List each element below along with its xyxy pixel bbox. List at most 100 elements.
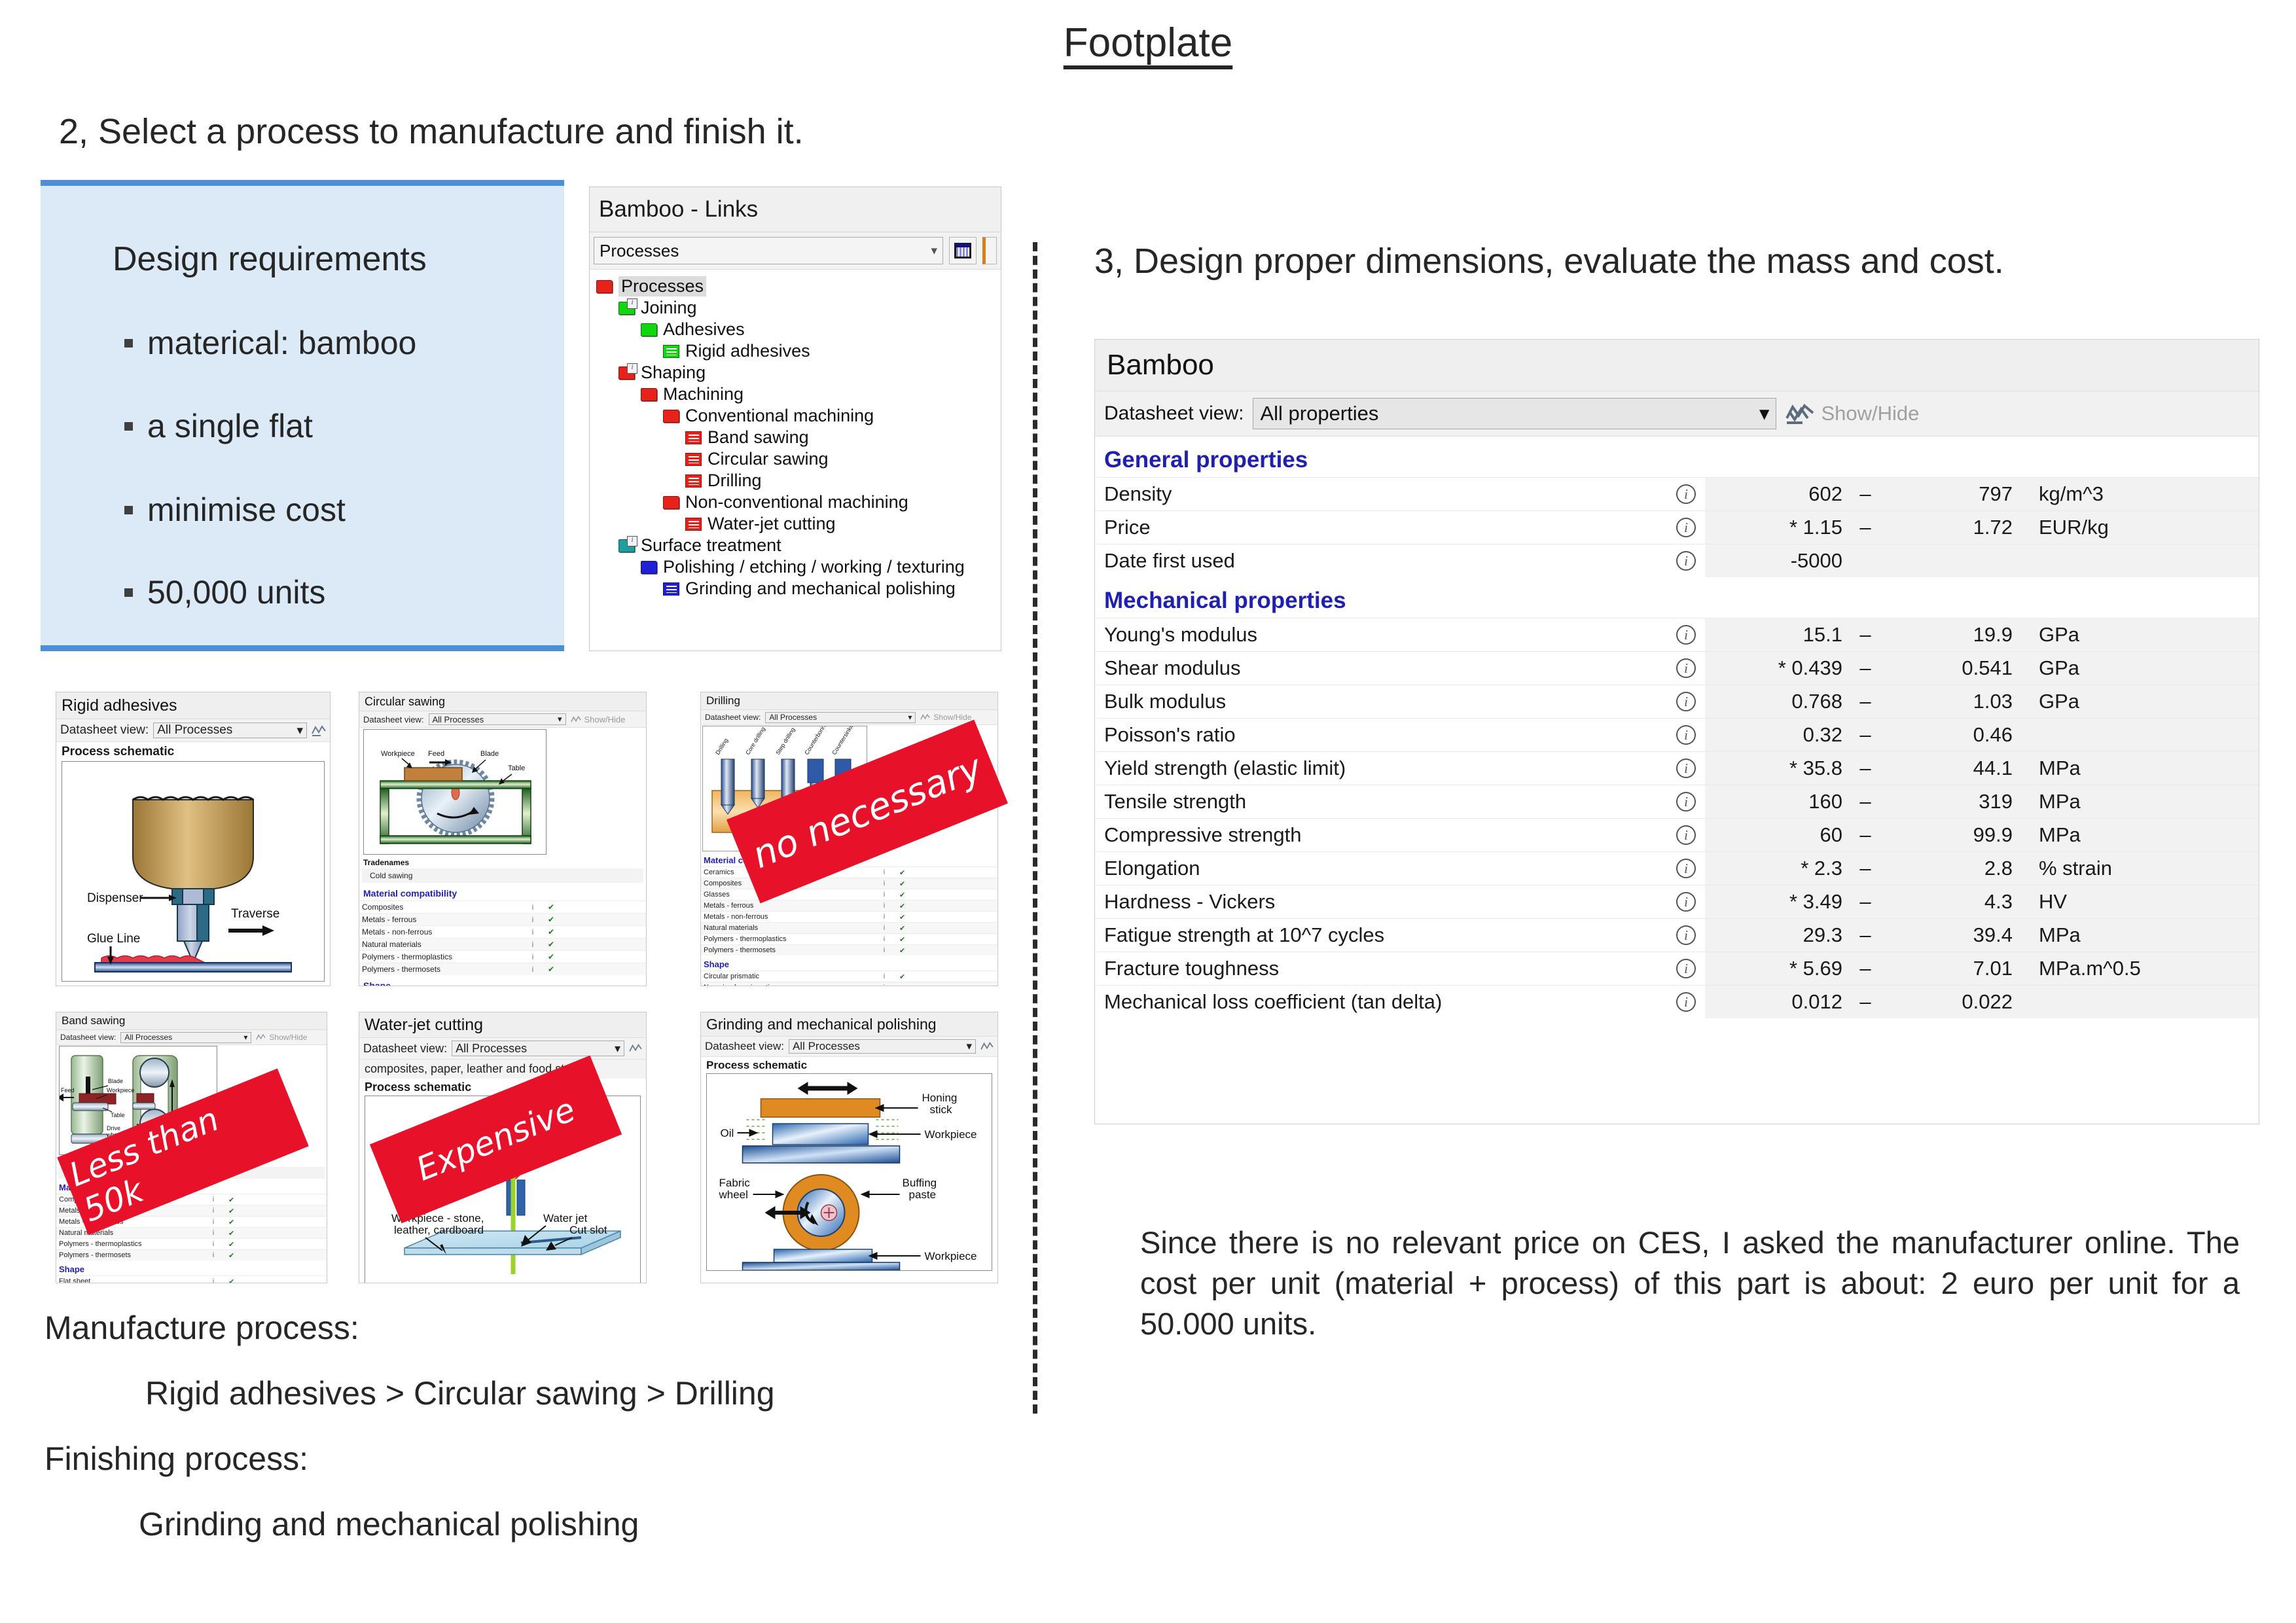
datasheet-view-dropdown[interactable]: All Processes ▾ [452,1041,624,1056]
info-icon[interactable]: i [1667,484,1705,504]
compatibility-row: Natural materials i ✔ [701,922,997,933]
show-hide-button[interactable]: Show/Hide [920,713,971,722]
chevron-down-icon: ▾ [908,713,912,722]
info-icon[interactable]: i [1667,758,1705,778]
info-icon[interactable]: i [206,1251,221,1259]
tree-item-adhesives[interactable]: Adhesives [596,319,1001,340]
info-icon[interactable]: i [877,868,891,876]
info-icon[interactable]: i [877,891,891,899]
info-icon[interactable]: i [1667,792,1705,812]
info-icon[interactable]: i [526,902,540,912]
info-icon[interactable]: i [206,1229,221,1237]
datasheet-view-dropdown[interactable]: All Processes ▾ [153,722,307,738]
datasheet-view-dropdown[interactable]: All Processes ▾ [428,713,566,725]
info-icon[interactable]: i [526,952,540,961]
shape-list: Circular prismatici✔Non-circular prismat… [701,971,997,986]
datasheet-row: Tensile strength i 160–319 MPa [1095,785,2259,818]
tree-item-processes[interactable]: Processes [596,276,1001,297]
info-icon[interactable]: i [1667,959,1705,978]
datasheet-view-dropdown[interactable]: All Processes ▾ [120,1031,252,1043]
requirement-item: 50,000 units [124,573,325,611]
process-card-circular-sawing[interactable]: Circular sawing Datasheet view: All Proc… [359,692,647,986]
info-icon[interactable]: i [1667,992,1705,1012]
info-icon[interactable]: i [1667,725,1705,745]
svg-text:Workpiece: Workpiece [925,1250,977,1262]
info-icon[interactable]: i [877,935,891,943]
info-icon[interactable]: i [206,1277,221,1283]
table-view-button[interactable] [949,237,977,264]
info-icon[interactable]: i [206,1196,221,1204]
tree-item-machining[interactable]: Machining [596,383,1001,405]
tree-item-grinding-and-mechanical-polishing[interactable]: Grinding and mechanical polishing [596,578,1001,599]
datasheet-view-dropdown[interactable]: All Processes ▾ [788,1039,976,1054]
tool-label: Step drilling [774,726,796,756]
info-icon[interactable]: i [1667,892,1705,912]
tree-item-surface-treatment[interactable]: i Surface treatment [596,535,1001,556]
info-icon[interactable]: i [877,972,891,980]
svg-text:Traverse: Traverse [231,907,279,921]
show-hide-button[interactable] [312,724,326,736]
tree-item-circular-sawing[interactable]: Circular sawing [596,448,1001,470]
datasheet-view-label: Datasheet view: [60,723,149,737]
tree-item-conventional-machining[interactable]: Conventional machining [596,405,1001,427]
info-icon[interactable]: i [206,1218,221,1226]
info-icon[interactable]: i [206,1240,221,1248]
info-icon[interactable]: i [1667,925,1705,945]
compatibility-row: Metals - non-ferrous i ✔ [701,911,997,922]
info-icon[interactable]: i [877,902,891,910]
process-card-rigid-adhesives[interactable]: Rigid adhesives Datasheet view: All Proc… [56,692,331,986]
tree-item-shaping[interactable]: i Shaping [596,362,1001,383]
process-card-grinding-polishing[interactable]: Grinding and mechanical polishing Datash… [700,1012,998,1283]
info-icon[interactable]: i [877,924,891,932]
datasheet-view-dropdown[interactable]: All Processes ▾ [765,711,916,723]
info-icon[interactable]: i [1667,625,1705,645]
compatibility-label: Circular prismatic [704,972,759,980]
show-hide-button[interactable] [980,1041,994,1052]
info-icon[interactable]: i [1667,518,1705,537]
range-dash: – [1842,478,1888,510]
datasheet-view-value: All Processes [157,723,233,737]
info-icon[interactable]: i [1667,825,1705,845]
info-icon[interactable]: i [526,965,540,974]
info-icon[interactable]: i [877,880,891,887]
info-icon[interactable]: i [526,927,540,936]
svg-text:leather, cardboard: leather, cardboard [394,1224,484,1236]
info-icon[interactable]: i [206,1207,221,1215]
info-icon[interactable]: i [526,915,540,924]
show-hide-button[interactable] [629,1043,642,1054]
tree-item-polishing-etching-working-texturing[interactable]: Polishing / etching / working / texturin… [596,556,1001,578]
tree-item-water-jet-cutting[interactable]: Water-jet cutting [596,513,1001,535]
compatibility-check: ✔ [899,902,906,910]
process-selector-dropdown[interactable]: Processes ▾ [594,237,943,264]
property-value-low: -5000 [1705,544,1842,577]
info-icon[interactable]: i [1667,658,1705,678]
grid-icon [954,243,971,259]
show-hide-button[interactable]: Show/Hide [570,715,625,724]
info-icon[interactable]: i [526,940,540,949]
info-icon[interactable]: i [1667,692,1705,711]
step-2-heading: 2, Select a process to manufacture and f… [59,112,804,151]
tree-item-drilling[interactable]: Drilling [596,470,1001,491]
show-hide-button[interactable]: Show/Hide [1785,402,1919,425]
tree-item-non-conventional-machining[interactable]: Non-conventional machining [596,491,1001,513]
info-icon[interactable]: i [877,984,891,986]
process-tree[interactable]: Processes i Joining Adhesives Rigid adhesive… [590,270,1001,599]
compatibility-check: ✔ [899,868,906,877]
compatibility-check: ✔ [228,1196,235,1204]
tree-item-rigid-adhesives[interactable]: Rigid adhesives [596,340,1001,362]
compatibility-label: Polymers - thermosets [59,1251,132,1259]
folder-icon [641,560,657,574]
datasheet-view-dropdown[interactable]: All properties ▾ [1253,398,1777,429]
chart-view-button[interactable] [982,237,997,264]
compatibility-check: ✔ [548,902,555,912]
info-icon[interactable]: i [877,946,891,954]
info-icon[interactable]: i [1667,551,1705,571]
property-name: Bulk modulus [1104,690,1227,713]
tree-item-label: Conventional machining [685,406,874,425]
tree-item-joining[interactable]: i Joining [596,297,1001,319]
process-schematic-label: Process schematic [62,745,175,758]
tree-item-band-sawing[interactable]: Band sawing [596,427,1001,448]
show-hide-button[interactable]: Show/Hide [256,1033,307,1042]
info-icon[interactable]: i [877,913,891,921]
info-icon[interactable]: i [1667,859,1705,878]
